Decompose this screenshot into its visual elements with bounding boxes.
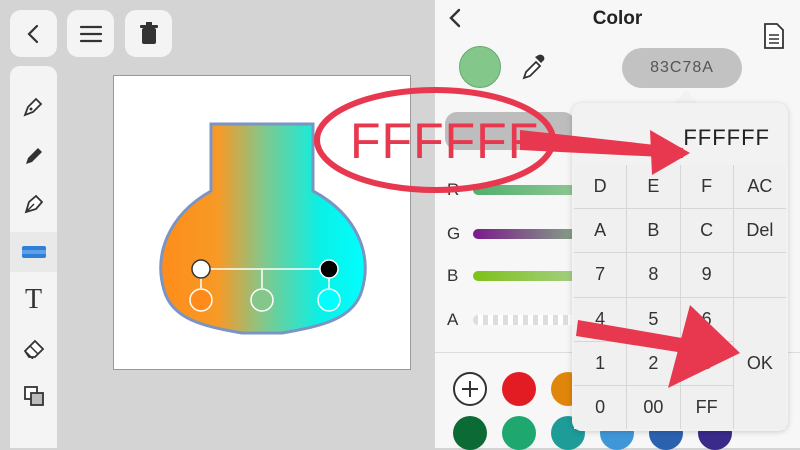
hex-entry-value: FFFFFF [683,125,770,150]
pencil-icon [25,148,42,164]
hex-keypad-popup: FFFFFF D E F AC A B C Del 7 8 9 4 5 6 OK… [572,103,788,431]
key-d[interactable]: D [574,165,627,209]
gradient-start-handle[interactable] [191,259,211,279]
hamburger-menu-icon [79,25,102,42]
slider-label-g: G [447,224,461,243]
key-e[interactable]: E [627,165,680,209]
back-button[interactable] [10,10,57,57]
annotation-text: FFFFFF [350,113,540,169]
key-0[interactable]: 0 [574,385,627,429]
copy-tool[interactable] [10,376,57,416]
key-9[interactable]: 9 [680,253,733,297]
key-c[interactable]: C [680,209,733,253]
slider-b[interactable] [473,271,583,281]
trash-icon [139,21,158,44]
eyedropper-icon[interactable] [520,52,546,82]
swatch-dark-green[interactable] [453,416,487,450]
key-a[interactable]: A [574,209,627,253]
key-blank [733,253,786,297]
text-icon: T [24,284,43,315]
swatch-red[interactable] [502,372,536,406]
key-6[interactable]: 6 [680,297,733,341]
fill-pen-tool[interactable] [10,184,57,224]
current-color-swatch [459,46,501,88]
slider-g[interactable] [473,229,583,239]
color-stop-3[interactable] [317,288,341,312]
slider-label-b: B [447,266,459,285]
key-7[interactable]: 7 [574,253,627,297]
menu-button[interactable] [67,10,114,57]
gradient-tool-icon [21,246,46,258]
hex-keypad: D E F AC A B C Del 7 8 9 4 5 6 OK 1 2 3 … [574,165,786,429]
delete-button[interactable] [125,10,172,57]
ok-button[interactable]: OK [733,297,786,429]
eraser-tool[interactable] [10,328,57,368]
copy-icon [23,386,44,406]
slider-r[interactable] [473,185,583,195]
slider-label-r: R [447,180,460,199]
swatch-green[interactable] [502,416,536,450]
pen-tool[interactable] [10,86,57,126]
plus-icon [462,381,478,397]
pencil-tool[interactable] [10,136,57,176]
key-b[interactable]: B [627,209,680,253]
color-stop-2[interactable] [250,288,274,312]
chevron-left-icon [26,24,38,43]
add-swatch-button[interactable] [453,372,487,406]
key-f[interactable]: F [680,165,733,209]
key-2[interactable]: 2 [627,341,680,385]
slider-a[interactable] [473,315,583,325]
hex-value-button[interactable]: 83C78A [622,48,742,88]
key-3[interactable]: 3 [680,341,733,385]
text-tool[interactable]: T [10,280,57,320]
slider-label-a: A [447,310,459,329]
key-del[interactable]: Del [733,209,786,253]
gradient-end-handle[interactable] [319,259,339,279]
color-stop-1[interactable] [189,288,213,312]
key-00[interactable]: 00 [627,385,680,429]
tool-palette: T [10,66,57,448]
key-ac[interactable]: AC [733,165,786,209]
eraser-icon [23,339,44,359]
gradient-tool[interactable] [10,232,57,272]
key-5[interactable]: 5 [627,297,680,341]
key-4[interactable]: 4 [574,297,627,341]
panel-title: Color [592,8,643,29]
key-1[interactable]: 1 [574,341,627,385]
key-8[interactable]: 8 [627,253,680,297]
pen-icon [22,97,42,117]
key-ff[interactable]: FF [680,385,733,429]
fill-pen-icon [24,194,43,214]
document-icon[interactable] [763,22,785,50]
